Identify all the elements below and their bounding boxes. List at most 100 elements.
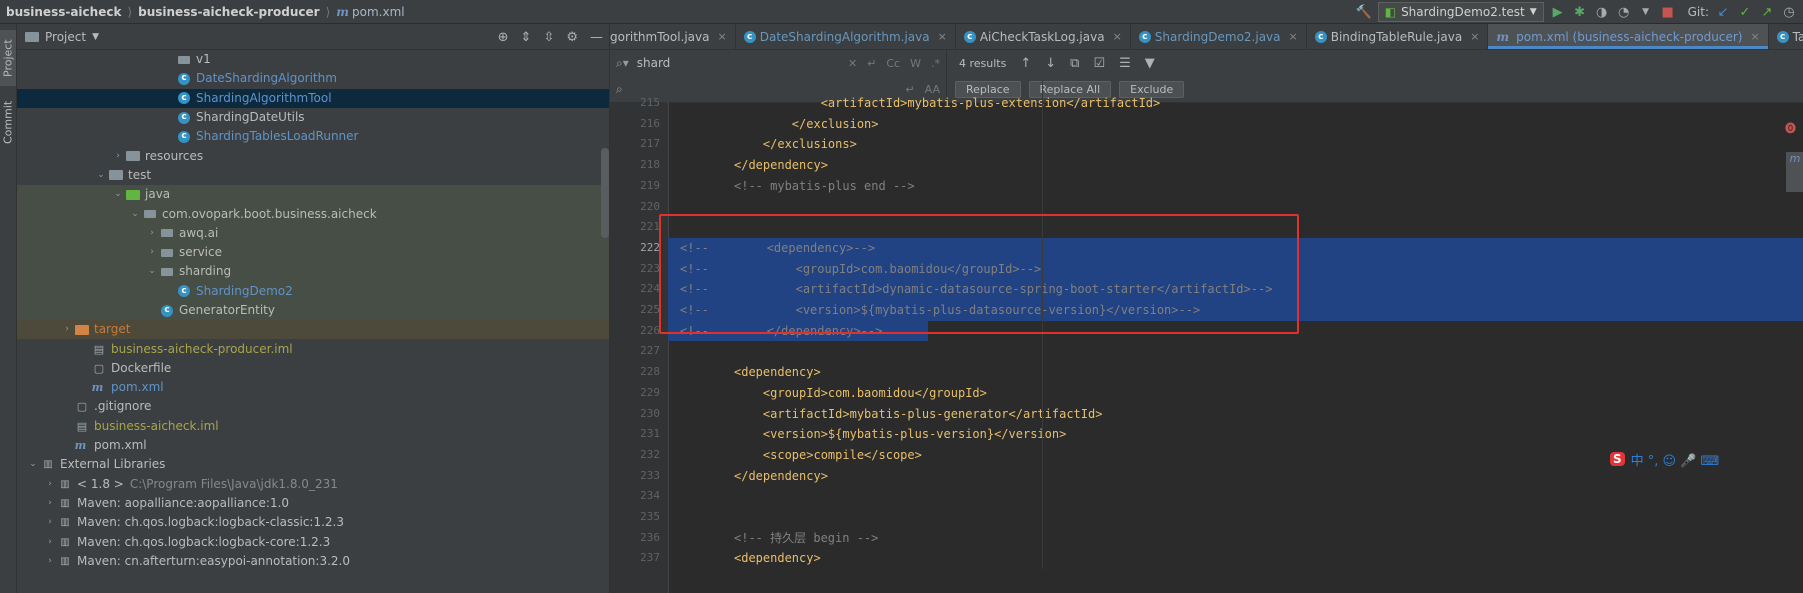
expand-arrow-icon[interactable]: › [43,552,57,571]
expand-arrow-icon[interactable]: › [43,513,57,532]
tree-item[interactable]: v1 [17,50,609,69]
tree-item[interactable]: ⌄ test [17,166,609,185]
expand-arrow-icon[interactable]: › [43,475,57,494]
ime-toolbar[interactable]: S 中 °, ☺ 🎤 ⌨ [1610,448,1719,470]
locate-icon[interactable]: ⊕ [498,30,509,45]
code-line[interactable]: 235 [610,507,1803,528]
profile-icon[interactable]: ◔ [1616,4,1632,20]
in-selection-icon[interactable]: ☑ [1093,56,1105,71]
expand-arrow-icon[interactable]: ⌄ [128,205,142,224]
tree-item[interactable]: ⌄ sharding [17,262,609,282]
tree-item[interactable]: ⌄ ▥ External Libraries [17,455,609,474]
regex-history-icon[interactable]: ↵ [867,57,876,70]
match-case-toggle[interactable]: Cc [886,57,900,70]
expand-arrow-icon[interactable]: › [43,494,57,513]
build-hammer-icon[interactable]: 🔨 [1356,4,1372,20]
expand-arrow-icon[interactable]: ⌄ [111,185,125,204]
filter-list-icon[interactable]: ☰ [1119,56,1131,71]
tree-item[interactable]: ⌄ java [17,185,609,205]
tree-item[interactable]: › ▥ Maven: aopalliance:aopalliance:1.0 [17,494,609,513]
close-tab-icon[interactable]: × [1750,30,1759,43]
tool-tab-commit[interactable]: Commit [0,94,16,150]
code-line[interactable]: 231 <version>${mybatis-plus-version}</ve… [610,424,1803,445]
editor-tab[interactable]: c DateShardingAlgorithm.java × [736,24,956,49]
collapse-all-icon[interactable]: ⇳ [543,30,554,45]
breadcrumb-file[interactable]: m pom.xml [330,5,410,19]
expand-arrow-icon[interactable]: › [145,224,159,243]
code-line[interactable]: 219 <!-- mybatis-plus end --> [610,176,1803,197]
editor-tab[interactable]: c ShardingDemo2.java × [1131,24,1307,49]
tree-item[interactable]: ⌄ com.ovopark.boot.business.aicheck [17,204,609,224]
clear-icon[interactable]: ✕ [848,57,857,70]
tree-item[interactable]: ▢ Dockerfile [17,359,609,378]
coverage-icon[interactable]: ◑ [1594,4,1610,20]
tool-tab-project[interactable]: Project [0,30,16,86]
words-toggle[interactable]: W [910,57,921,70]
close-tab-icon[interactable]: × [718,30,727,43]
tree-scrollbar[interactable] [601,148,609,238]
close-tab-icon[interactable]: × [1289,30,1298,43]
select-all-occurrences-icon[interactable]: ⧉ [1070,56,1079,71]
tree-item[interactable]: ▢ .gitignore [17,397,609,416]
editor-tab[interactable]: c BindingTableRule.java × [1307,24,1489,49]
stop-icon[interactable]: ■ [1660,4,1676,20]
tree-item[interactable]: ▤ business-aicheck-producer.iml [17,339,609,358]
expand-arrow-icon[interactable]: ⌄ [145,262,159,281]
project-view-selector[interactable]: Project ▼ [17,30,99,44]
tree-item[interactable]: › ▥ < 1.8 > C:\Program Files\Java\jdk1.8.0_… [17,475,609,494]
editor-tab[interactable]: cgorithmTool.java× [610,24,736,49]
tree-item[interactable]: › awq.ai [17,223,609,243]
filter-icon[interactable]: ▼ [1145,56,1155,71]
tree-item[interactable]: m pom.xml [17,436,609,455]
close-tab-icon[interactable]: × [1113,30,1122,43]
maven-reload-icon[interactable]: m [1786,152,1803,192]
tree-item[interactable]: › ▥ Maven: ch.qos.logback:logback-core:1.2… [17,532,609,551]
code-line[interactable]: 229 <groupId>com.baomidou</groupId> [610,383,1803,404]
code-editor[interactable]: 215 <artifactId>mybatis-plus-extension</… [610,96,1803,593]
code-line[interactable]: 227 [610,341,1803,362]
regex-toggle[interactable]: .* [931,57,940,70]
code-line[interactable]: 217 </exclusions> [610,134,1803,155]
history-icon[interactable]: ◷ [1781,4,1797,20]
expand-arrow-icon[interactable]: › [111,147,125,166]
tree-item[interactable]: c DateShardingAlgorithm [17,69,609,88]
breadcrumb-module[interactable]: business-aicheck-producer [132,5,325,19]
tree-item[interactable]: › ▥ Maven: cn.afterturn:easypoi-annotation… [17,552,609,571]
gear-icon[interactable]: ⚙ [566,30,578,45]
close-tab-icon[interactable]: × [1470,30,1479,43]
expand-arrow-icon[interactable]: ⌄ [26,455,40,474]
breadcrumb-project[interactable]: business-aicheck [0,5,127,19]
editor-tab[interactable]: m pom.xml (business-aicheck-producer) × [1488,24,1769,49]
code-line[interactable]: 228 <dependency> [610,362,1803,383]
code-line[interactable]: 216 </exclusion> [610,114,1803,135]
tree-item[interactable]: c ShardingDemo2 [17,281,609,301]
tree-item[interactable]: c ShardingTablesLoadRunner [17,127,609,146]
editor-tab[interactable]: c AiCheckTaskLog.java × [956,24,1131,49]
expand-all-icon[interactable]: ⇕ [521,30,532,45]
hide-icon[interactable]: — [590,30,603,45]
error-indicator-icon[interactable]: ⓿ [1785,120,1796,136]
debug-icon[interactable]: ✱ [1572,4,1588,20]
tree-item[interactable]: › service [17,242,609,263]
code-line[interactable]: 230 <artifactId>mybatis-plus-generator</… [610,404,1803,425]
run-configuration-select[interactable]: ◧ ShardingDemo2.test ▼ [1377,2,1544,22]
expand-arrow-icon[interactable]: ⌄ [94,166,108,185]
tree-item[interactable]: c GeneratorEntity [17,300,609,321]
more-run-icon[interactable]: ▼ [1638,4,1654,20]
run-icon[interactable]: ▶ [1550,4,1566,20]
tree-item[interactable]: m pom.xml [17,378,609,397]
previous-occurrence-icon[interactable]: ↑ [1020,56,1031,71]
expand-arrow-icon[interactable]: › [43,533,57,552]
tree-item[interactable]: › ▥ Maven: ch.qos.logback:logback-classic:… [17,513,609,532]
editor-tab[interactable]: cTableRu [1769,24,1803,49]
git-push-icon[interactable]: ↗ [1759,4,1775,20]
git-update-icon[interactable]: ↙ [1715,4,1731,20]
code-line[interactable]: 236 <!-- 持久层 begin --> [610,528,1803,549]
code-line[interactable]: 215 <artifactId>mybatis-plus-extension</… [610,93,1803,114]
tree-item[interactable]: c ShardingDateUtils [17,108,609,127]
expand-arrow-icon[interactable]: › [60,320,74,339]
close-tab-icon[interactable]: × [938,30,947,43]
tree-item[interactable]: c ShardingAlgorithmTool [17,88,609,108]
next-occurrence-icon[interactable]: ↓ [1045,56,1056,71]
tree-item[interactable]: ▤ business-aicheck.iml [17,417,609,436]
